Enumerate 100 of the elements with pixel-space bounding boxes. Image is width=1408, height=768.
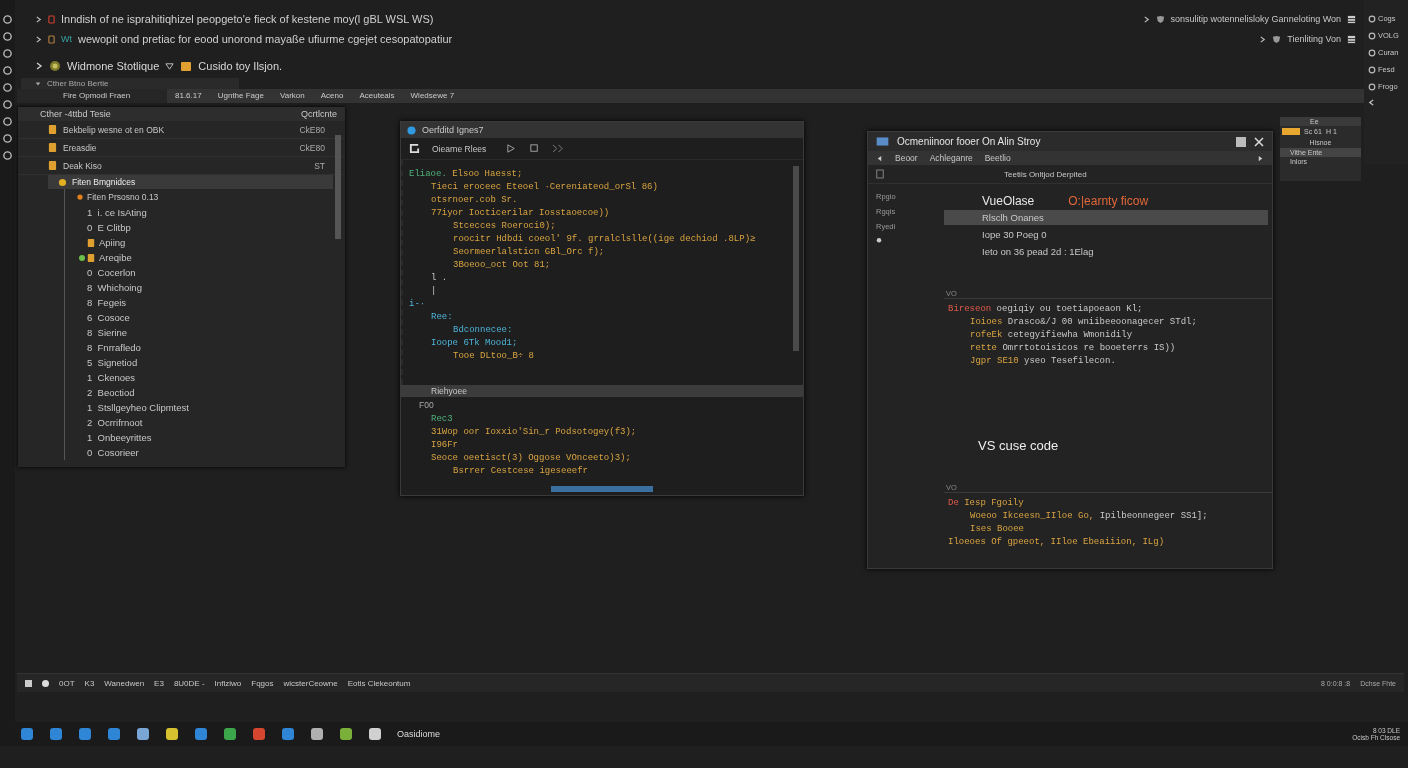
caret-icon[interactable]	[35, 80, 41, 87]
tree-item[interactable]: Fiten Bmgnidces	[48, 175, 333, 189]
list-row[interactable]: Rlsclh Onanes	[944, 210, 1268, 225]
code-line: Ioope 6Tk Mood1;	[430, 337, 519, 350]
heading-text: VueOlase	[982, 194, 1035, 208]
chevron-icon[interactable]	[1368, 99, 1375, 106]
dot-icon	[77, 194, 83, 200]
file-icon	[48, 160, 57, 171]
window-icon	[876, 137, 889, 146]
tree-item[interactable]: 8 Fegeis	[87, 297, 127, 308]
maximize-icon[interactable]	[1236, 136, 1246, 147]
code-line: roocitr Hdbdi coeol' 9f. grralclslle((ige dechiod .8LP)≥	[452, 233, 757, 246]
editor-tab[interactable]: Fire Opmodi Fraen	[17, 89, 167, 103]
tree-item[interactable]: 8 Fnrrafledo	[87, 342, 141, 353]
status-item[interactable]: Fqgos	[251, 678, 274, 688]
close-icon[interactable]	[1254, 136, 1264, 147]
status-item[interactable]: 0OT	[59, 678, 75, 688]
tree-item[interactable]: Areqibe	[99, 252, 132, 263]
code-line: Bdconnecee:	[452, 324, 514, 337]
code-line: Bireseon oegiqiy ou toetiapoeaon Kl;	[947, 303, 1144, 316]
tree-item[interactable]: 6 Cosoce	[87, 312, 130, 323]
status-item[interactable]: K3	[84, 678, 95, 688]
editor-tab[interactable]: Ugnthe Fage	[209, 89, 272, 103]
status-item[interactable]: Eotis Clekeontum	[347, 678, 411, 688]
status-item[interactable]: 8U0DE -	[173, 678, 205, 688]
scrollbar[interactable]	[793, 166, 799, 351]
editor-tab[interactable]: Varkon	[271, 89, 313, 103]
message-text: Tienliting Von	[1287, 34, 1341, 44]
chevron-icon[interactable]	[1259, 35, 1267, 43]
tree-item[interactable]: 2 Beoctiod	[87, 387, 135, 398]
window-title: Oerfditd Ignes7	[422, 125, 484, 135]
tree-item[interactable]: 1 i. ce IsAting	[87, 207, 147, 218]
tree-item[interactable]: 1 Onbeeyrittes	[87, 432, 152, 443]
file-row[interactable]: Bekbelip wesne ot en OBK CkE80	[18, 121, 345, 139]
tree-item[interactable]: 5 Signetiod	[87, 357, 138, 368]
panel-title: Cther Btno Bertie	[47, 79, 109, 88]
nav-link[interactable]: Beetlio	[984, 153, 1011, 163]
list-row[interactable]: Ieto on 36 pead 2d : 1Elag	[944, 244, 1272, 259]
tree-item[interactable]: 8 Sierine	[87, 327, 128, 338]
message-text: wewopit ond pretiac for eood unorond mayaße ufiurme cgejet cesopatopatiur	[78, 33, 453, 45]
back-icon[interactable]	[876, 154, 883, 162]
taskbar-label[interactable]: Oasidiome	[397, 729, 441, 739]
frame-icon[interactable]	[409, 143, 420, 154]
panel-title: Cther -4ttbd Tesie	[40, 109, 111, 119]
subtitle-text: Teetiis Onltjod Derpited	[1004, 169, 1087, 179]
forward-icon[interactable]	[1257, 154, 1264, 162]
tree-item[interactable]: 1 Stsllgeyheo Clipmtest	[87, 402, 189, 413]
code-line: 77iyor Iocticerilar Iosstaoecoe))	[430, 207, 611, 220]
code-line: Eliaoe. Elsoo Haesst;	[408, 168, 524, 181]
code-line: I96Fr	[430, 439, 459, 452]
list-row[interactable]: Iope 30 Poeg 0	[944, 227, 1272, 242]
window-title: Ocmeniinoor fooer On Alin Stroy	[897, 136, 1042, 147]
tree-item[interactable]: 0 Cocerlon	[87, 267, 136, 278]
status-item[interactable]: wicsterCeowne	[283, 678, 338, 688]
tree-item[interactable]: Apiing	[99, 237, 126, 248]
status-item[interactable]: Infiziwo	[214, 678, 242, 688]
code-line: Ree:	[430, 311, 454, 324]
file-icon	[48, 124, 57, 135]
code-line: Rec3	[430, 413, 454, 426]
tree-item[interactable]: 0 E Clitbp	[87, 222, 131, 233]
nav-link[interactable]: Achleganre	[929, 153, 973, 163]
toolbar-label[interactable]: Oiearne Rlees	[432, 143, 487, 154]
code-line: Iloeoes Of gpeeot, IIloe Ebeaiiion, ILg)	[947, 536, 1166, 549]
editor-tab[interactable]: Aceno	[312, 89, 352, 103]
tree-item[interactable]: 1 Ckenoes	[87, 372, 136, 383]
editor-tab[interactable]: Aceuteals	[351, 89, 403, 103]
code-line: Jgpr SE10 yseo Tesefilecon.	[969, 355, 1117, 368]
code-line: Tooe DLtoo_B÷ 8	[452, 350, 535, 363]
code-line: Ioioes Drasco&/J 00 wniibeeoonagecer STdl;	[969, 316, 1198, 329]
code-line: Ises Booee	[969, 523, 1025, 536]
chevron-icon[interactable]	[1142, 15, 1150, 23]
chevron-icon[interactable]	[35, 15, 42, 23]
tree-item[interactable]: 0 Cosorieer	[87, 447, 139, 458]
panel-label[interactable]: Riehyoee	[431, 386, 467, 396]
square-icon	[25, 679, 32, 687]
code-line: Woeoo Ikceesn_IIloe Go, Ipilbeonnegeer SS1];	[969, 510, 1209, 523]
scrollbar[interactable]	[551, 486, 653, 492]
code-line: De Iesp Fgoily	[947, 497, 1025, 510]
code-line: 31Wop oor Ioxxio'Sin_r Podsotogey(f3);	[430, 426, 638, 439]
breadcrumb-item[interactable]: Widmone Stotlique	[67, 60, 160, 72]
status-item[interactable]: E3	[154, 678, 164, 688]
scrollbar[interactable]	[335, 135, 341, 239]
panel-action[interactable]: Qcrtlcnte	[301, 109, 337, 119]
code-line: Stcecces Roeroci0);	[452, 220, 557, 233]
tree-item[interactable]: 8 Whichoing	[87, 282, 142, 293]
heading-note: O:|earnty ficow	[1068, 194, 1149, 208]
tree-item[interactable]: 2 Ocrrifrnoot	[87, 417, 143, 428]
panel-header: F00	[418, 399, 435, 412]
funnel-icon[interactable]	[165, 61, 175, 71]
chevron-icon[interactable]	[35, 62, 43, 70]
file-icon	[87, 237, 95, 248]
code-line: Tieci eroceec Eteoel ·Cereniateod_orSl 86)	[430, 181, 659, 194]
run-icon[interactable]	[506, 143, 518, 154]
editor-tab[interactable]: 81.6.17	[167, 89, 210, 103]
chevron-icon[interactable]	[35, 35, 42, 43]
status-item[interactable]: Wanedwen	[104, 678, 145, 688]
nav-link[interactable]: Beoor	[895, 153, 918, 163]
editor-tab[interactable]: Wiedsewe 7	[402, 89, 463, 103]
code-line: Seoce oeetisct(3) Oggose VOnceeto)3);	[430, 452, 632, 465]
breadcrumb-item[interactable]: Cusido toy Ilsjon.	[198, 60, 283, 72]
